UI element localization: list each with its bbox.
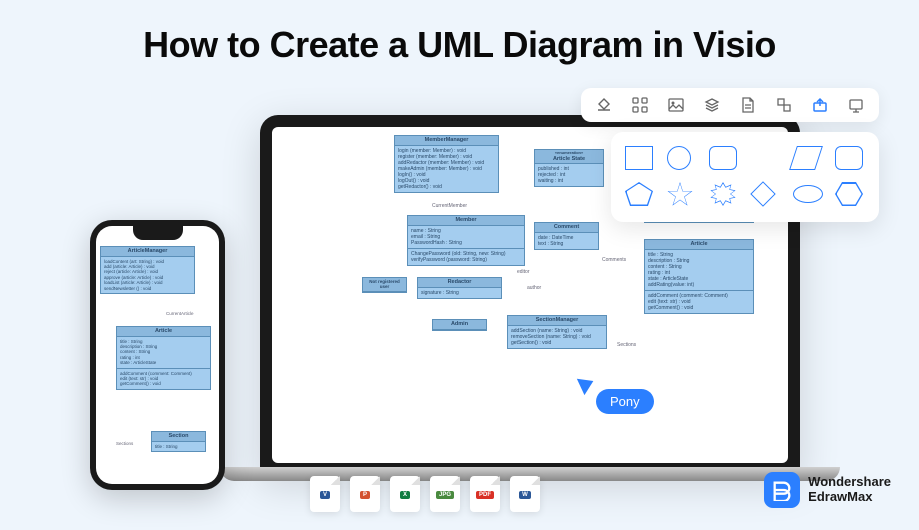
uml-label: CurrentArticle xyxy=(166,311,194,316)
export-powerpoint[interactable]: P xyxy=(350,476,380,512)
uml-class-sectionmanager[interactable]: SectionManager addSection (name: String)… xyxy=(507,315,607,349)
export-format-bar: V P X JPG PDF W xyxy=(310,476,540,512)
cursor-arrow-icon xyxy=(577,373,597,395)
export-pdf[interactable]: PDF xyxy=(470,476,500,512)
uml-class-article-phone[interactable]: Article title : Stringdescription : Stri… xyxy=(116,326,211,390)
shape-circle[interactable] xyxy=(667,146,691,170)
fill-icon[interactable] xyxy=(595,96,613,114)
shape-parallelogram[interactable] xyxy=(789,146,823,170)
shape-toolbar xyxy=(581,88,879,122)
uml-label: author xyxy=(527,285,541,291)
shape-diamond[interactable] xyxy=(750,181,775,206)
brand-logo-block: Wondershare EdrawMax xyxy=(764,472,891,508)
shape-star[interactable] xyxy=(667,182,693,208)
page-title: How to Create a UML Diagram in Visio xyxy=(0,0,919,66)
export-icon[interactable] xyxy=(811,96,829,114)
export-excel[interactable]: X xyxy=(390,476,420,512)
export-visio[interactable]: V xyxy=(310,476,340,512)
page-icon[interactable] xyxy=(739,96,757,114)
layers-icon[interactable] xyxy=(703,96,721,114)
uml-label: editor xyxy=(517,269,530,275)
brand-text: Wondershare EdrawMax xyxy=(808,475,891,505)
component-icon[interactable] xyxy=(775,96,793,114)
uml-class-article[interactable]: Article title : Stringdescription : Stri… xyxy=(644,239,754,314)
uml-class-notregistered[interactable]: Not registered user xyxy=(362,277,407,293)
shape-burst[interactable] xyxy=(709,182,737,206)
uml-label: Sections xyxy=(116,441,133,446)
shape-pentagon[interactable] xyxy=(625,182,653,206)
grid-icon[interactable] xyxy=(631,96,649,114)
uml-class-membermanager[interactable]: MemberManager login (member: Member) : v… xyxy=(394,135,499,193)
uml-label: Comments xyxy=(602,257,626,263)
phone-mockup: ArticleManager loadContent (art: String)… xyxy=(90,220,225,490)
presentation-icon[interactable] xyxy=(847,96,865,114)
cursor-user-label: Pony xyxy=(596,389,654,414)
shape-hexagon[interactable] xyxy=(835,182,863,206)
shape-rounded-rect[interactable] xyxy=(709,146,737,170)
shape-rounded-rect-2[interactable] xyxy=(835,146,863,170)
uml-label: CurrentMember xyxy=(432,203,467,209)
image-icon[interactable] xyxy=(667,96,685,114)
uml-enum-articlestate[interactable]: «enumeration»Article State published : i… xyxy=(534,149,604,187)
export-word[interactable]: W xyxy=(510,476,540,512)
shapes-palette xyxy=(611,132,879,222)
uml-class-comment[interactable]: Comment date : DateTimetext : String xyxy=(534,222,599,250)
uml-class-redactor[interactable]: Redactor signature : String xyxy=(417,277,502,299)
collaborator-cursor: Pony xyxy=(580,375,654,414)
edrawmax-logo-icon xyxy=(764,472,800,508)
shape-rect[interactable] xyxy=(625,146,653,170)
shape-triangle[interactable] xyxy=(751,146,777,168)
uml-title: MemberManager xyxy=(395,136,498,146)
export-jpg[interactable]: JPG xyxy=(430,476,460,512)
uml-class-articlemanager-phone[interactable]: ArticleManager loadContent (art: String)… xyxy=(100,246,195,294)
shape-ellipse[interactable] xyxy=(793,185,823,203)
uml-class-admin[interactable]: Admin xyxy=(432,319,487,331)
phone-canvas: ArticleManager loadContent (art: String)… xyxy=(96,226,219,484)
uml-label: Sections xyxy=(617,342,636,348)
uml-class-member[interactable]: Member name : Stringemail : StringPasswo… xyxy=(407,215,525,266)
uml-class-section-phone[interactable]: Section title : String xyxy=(151,431,206,452)
